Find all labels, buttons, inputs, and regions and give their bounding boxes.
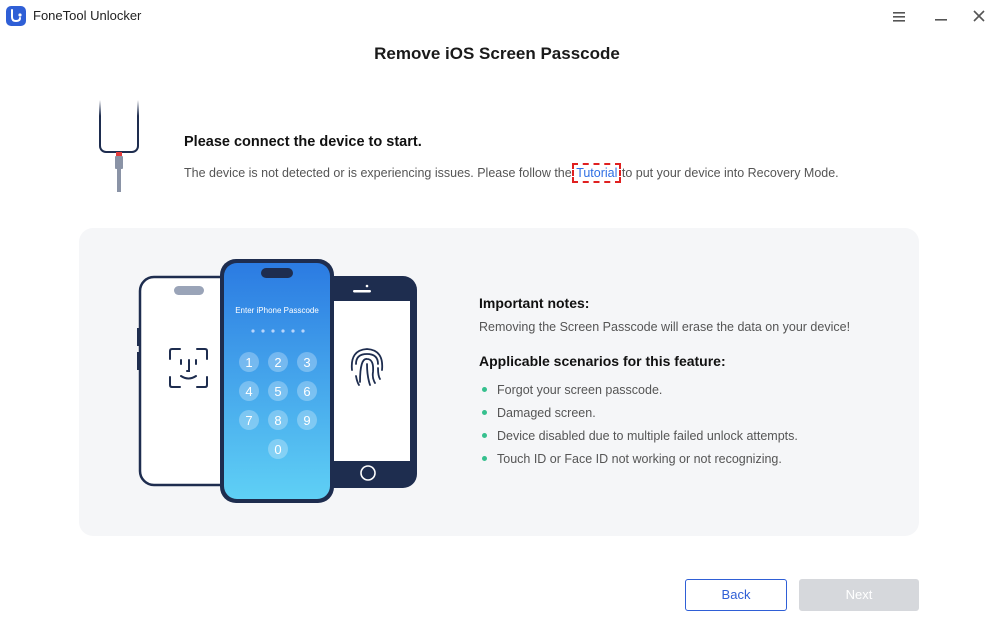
back-button[interactable]: Back (685, 579, 787, 611)
keypad-key: 5 (274, 384, 281, 399)
keypad-key: 2 (274, 355, 281, 370)
keypad-key: 1 (245, 355, 252, 370)
app-title: FoneTool Unlocker (33, 8, 142, 23)
phones-illustration: Enter iPhone Passcode 1 2 3 4 5 6 7 8 9 … (137, 258, 422, 508)
notes-heading: Important notes: (479, 295, 590, 311)
notes-warning: Removing the Screen Passcode will erase … (479, 320, 851, 334)
bullet-dot (482, 456, 487, 461)
connect-heading: Please connect the device to start. (184, 134, 422, 150)
menu-icon[interactable] (887, 4, 911, 28)
keypad-key: 9 (303, 413, 310, 428)
keypad-key: 8 (274, 413, 281, 428)
scenario-text: Forgot your screen passcode. (497, 383, 663, 397)
list-item: Forgot your screen passcode. (479, 383, 798, 406)
title-bar: FoneTool Unlocker (0, 0, 994, 32)
list-item: Damaged screen. (479, 406, 798, 429)
center-phone: Enter iPhone Passcode 1 2 3 4 5 6 7 8 9 … (220, 259, 334, 503)
scenarios-heading: Applicable scenarios for this feature: (479, 353, 726, 369)
info-card: Enter iPhone Passcode 1 2 3 4 5 6 7 8 9 … (79, 228, 919, 536)
connect-description: The device is not detected or is experie… (184, 163, 839, 183)
keypad-key: 3 (303, 355, 310, 370)
bullet-dot (482, 387, 487, 392)
scenario-text: Damaged screen. (497, 406, 596, 420)
keypad-key: 4 (245, 384, 252, 399)
passcode-label: Enter iPhone Passcode (235, 306, 319, 315)
tutorial-link[interactable]: Tutorial (572, 163, 622, 183)
keypad-key: 7 (245, 413, 252, 428)
minimize-icon[interactable] (929, 4, 953, 28)
connect-desc-after: to put your device into Recovery Mode. (618, 166, 839, 180)
next-button[interactable]: Next (799, 579, 919, 611)
connect-device-illustration (84, 85, 156, 195)
list-item: Touch ID or Face ID not working or not r… (479, 452, 798, 475)
keypad-key: 0 (274, 442, 281, 457)
app-logo-icon (6, 6, 26, 26)
scenarios-list: Forgot your screen passcode. Damaged scr… (479, 383, 798, 475)
close-icon[interactable] (967, 4, 991, 28)
scenario-text: Device disabled due to multiple failed u… (497, 429, 798, 443)
bullet-dot (482, 410, 487, 415)
bullet-dot (482, 433, 487, 438)
page-title: Remove iOS Screen Passcode (374, 44, 620, 63)
keypad-key: 6 (303, 384, 310, 399)
list-item: Device disabled due to multiple failed u… (479, 429, 798, 452)
scenario-text: Touch ID or Face ID not working or not r… (497, 452, 782, 466)
connect-desc-before: The device is not detected or is experie… (184, 166, 576, 180)
